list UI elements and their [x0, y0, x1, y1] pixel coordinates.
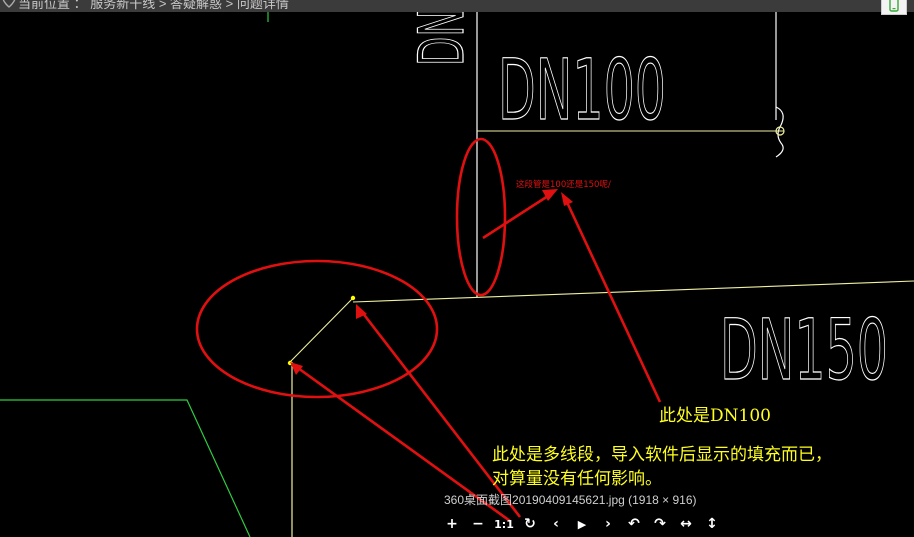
dn150-label: DN150 [720, 301, 888, 399]
location-pin-icon [2, 0, 16, 8]
vertex-point [350, 295, 356, 301]
green-lines [0, 12, 269, 537]
actual-size-button[interactable]: 1:1 [491, 513, 517, 535]
rotate-button[interactable]: ↻ [517, 513, 543, 535]
red-question-text: 这段管是100还是150呢/ [516, 179, 611, 190]
fit-height-button[interactable]: ↕ [699, 513, 725, 535]
previous-button[interactable]: ‹ [543, 513, 569, 535]
rotate-right-button[interactable]: ↷ [647, 513, 673, 535]
dn100-label: DN100 [498, 41, 666, 139]
rotate-left-button[interactable]: ↶ [621, 513, 647, 535]
dn-vertical-label: DN [405, 12, 478, 66]
annotation-dn100: 此处是DN100 [659, 406, 771, 426]
next-button[interactable]: › [595, 513, 621, 535]
zoom-in-button[interactable]: + [439, 513, 465, 535]
play-button[interactable]: ▶ [569, 513, 595, 535]
highlight-ellipse [195, 259, 439, 399]
mobile-phone-icon [889, 0, 899, 12]
image-viewer-toolbar: + − 1:1 ↻ ‹ ▶ › ↶ ↷ ↔ ↕ [439, 513, 725, 535]
image-caption: 360桌面截图20190409145621.jpg (1918 × 916) [444, 493, 697, 507]
breadcrumb[interactable]: 当前位置 ： 服务新干线 > 答疑解惑 > 问题详情 [18, 0, 289, 12]
breadcrumb-bar: 当前位置 ： 服务新干线 > 答疑解惑 > 问题详情 [0, 0, 914, 12]
annotation-no-impact-note: 对算量没有任何影响。 [492, 469, 662, 489]
zoom-out-button[interactable]: − [465, 513, 491, 535]
highlight-ellipse [455, 137, 507, 297]
fit-width-button[interactable]: ↔ [673, 513, 699, 535]
annotation-polyline-note: 此处是多线段，导入软件后显示的填充而已， [492, 445, 832, 465]
